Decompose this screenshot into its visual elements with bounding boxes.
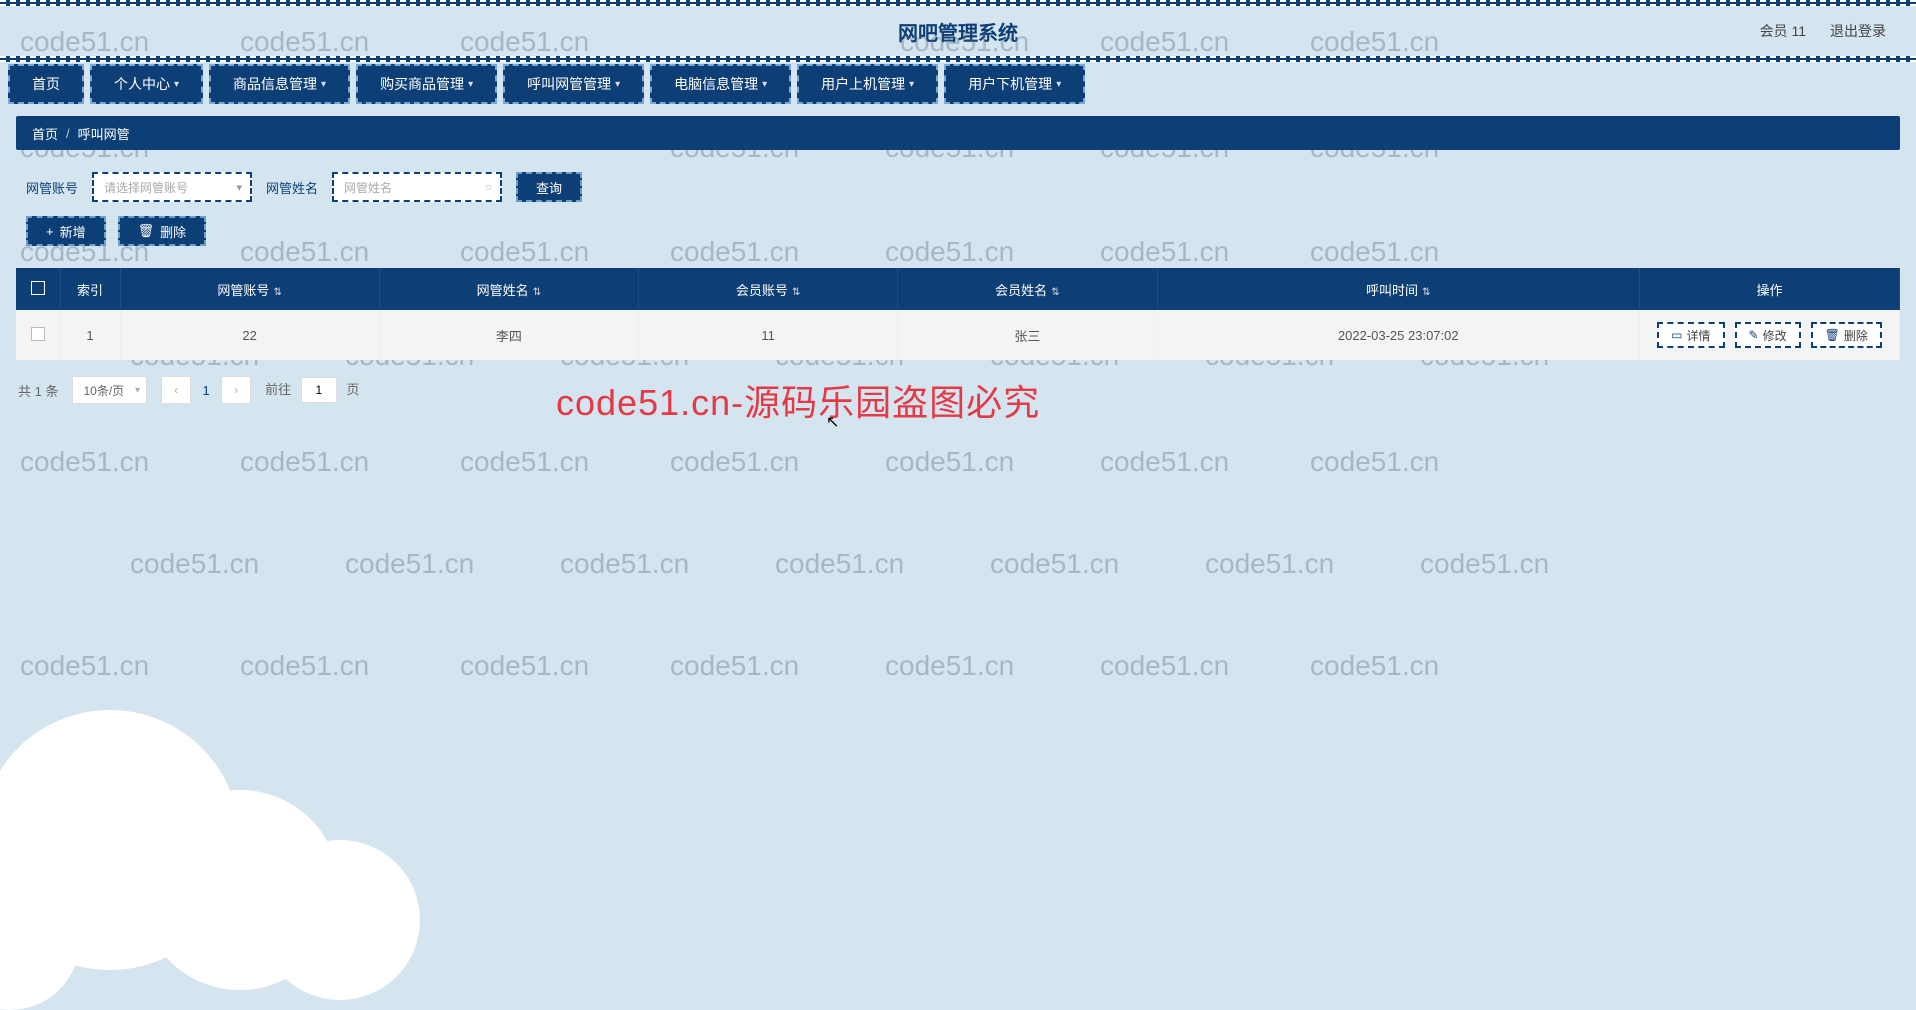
logout-link[interactable]: 退出登录 xyxy=(1830,21,1886,41)
page-size-select[interactable]: 10条/页 xyxy=(72,376,147,404)
cell-admin-name: 李四 xyxy=(379,310,638,360)
detail-button[interactable]: ▭详情 xyxy=(1657,322,1724,348)
nav-product-info[interactable]: 商品信息管理▾ xyxy=(209,64,350,104)
cell-member-account: 11 xyxy=(639,310,898,360)
sort-icon: ⇅ xyxy=(273,287,281,298)
plus-icon: + xyxy=(46,224,54,239)
cloud-decoration xyxy=(0,650,460,1010)
header-member-label[interactable]: 会员 11 xyxy=(1760,21,1806,41)
chevron-down-icon: ▾ xyxy=(468,79,473,90)
nav-home[interactable]: 首页 xyxy=(8,64,84,104)
row-delete-button[interactable]: 🗑删除 xyxy=(1811,322,1882,348)
delete-button[interactable]: 🗑删除 xyxy=(118,216,207,246)
cell-index: 1 xyxy=(60,310,120,360)
main-content: 首页 / 呼叫网管 网管账号 请选择网管账号 网管姓名 网管姓名 查询 +新增 … xyxy=(0,106,1916,414)
nav-user-login[interactable]: 用户上机管理▾ xyxy=(797,64,938,104)
sort-icon: ⇅ xyxy=(1422,287,1430,298)
chevron-down-icon: ▾ xyxy=(615,79,620,90)
next-page-button[interactable]: › xyxy=(221,376,251,404)
nav-call-admin[interactable]: 呼叫网管管理▾ xyxy=(503,64,644,104)
chevron-down-icon: ▾ xyxy=(321,79,326,90)
chevron-down-icon: ▾ xyxy=(909,79,914,90)
cell-member-name: 张三 xyxy=(898,310,1157,360)
nav-profile[interactable]: 个人中心▾ xyxy=(90,64,203,104)
main-nav: 首页 个人中心▾ 商品信息管理▾ 购买商品管理▾ 呼叫网管管理▾ 电脑信息管理▾… xyxy=(0,62,1916,106)
row-checkbox[interactable] xyxy=(31,327,45,341)
total-text: 共 1 条 xyxy=(18,381,58,400)
breadcrumb-home[interactable]: 首页 xyxy=(32,124,58,143)
filter-account-label: 网管账号 xyxy=(26,178,78,197)
page-jump-input[interactable] xyxy=(301,377,337,403)
breadcrumb: 首页 / 呼叫网管 xyxy=(16,116,1900,150)
data-table: 索引 网管账号⇅ 网管姓名⇅ 会员账号⇅ 会员姓名⇅ 呼叫时间⇅ 操作 1 22… xyxy=(16,268,1900,360)
edit-icon: ✎ xyxy=(1749,328,1759,342)
detail-icon: ▭ xyxy=(1671,328,1682,342)
cursor-icon: ↖ xyxy=(826,412,839,432)
page-number[interactable]: 1 xyxy=(191,376,221,404)
cell-call-time: 2022-03-25 23:07:02 xyxy=(1157,310,1640,360)
chevron-down-icon: ▾ xyxy=(762,79,767,90)
table-row: 1 22 李四 11 张三 2022-03-25 23:07:02 ▭详情 ✎修… xyxy=(16,310,1900,360)
app-title: 网吧管理系统 xyxy=(0,17,1916,46)
pagination: 共 1 条 10条/页 ‹ 1 › 前往 页 xyxy=(18,376,1900,404)
edit-button[interactable]: ✎修改 xyxy=(1735,322,1801,348)
col-account[interactable]: 网管账号⇅ xyxy=(120,268,379,310)
chevron-down-icon: ▾ xyxy=(174,79,179,90)
sort-icon: ⇅ xyxy=(533,287,541,298)
breadcrumb-separator: / xyxy=(66,126,70,141)
breadcrumb-current: 呼叫网管 xyxy=(78,124,130,143)
filter-bar: 网管账号 请选择网管账号 网管姓名 网管姓名 查询 xyxy=(26,172,1900,202)
filter-name-input[interactable]: 网管姓名 xyxy=(332,172,502,202)
search-button[interactable]: 查询 xyxy=(516,172,582,202)
col-index[interactable]: 索引 xyxy=(60,268,120,310)
col-admin-name[interactable]: 网管姓名⇅ xyxy=(379,268,638,310)
prev-page-button[interactable]: ‹ xyxy=(161,376,191,404)
nav-user-logout[interactable]: 用户下机管理▾ xyxy=(944,64,1085,104)
col-member-name[interactable]: 会员姓名⇅ xyxy=(898,268,1157,310)
action-bar: +新增 🗑删除 xyxy=(26,216,1900,246)
col-call-time[interactable]: 呼叫时间⇅ xyxy=(1157,268,1640,310)
sort-icon: ⇅ xyxy=(792,287,800,298)
checkbox-all[interactable] xyxy=(31,281,45,295)
chevron-down-icon: ▾ xyxy=(1056,79,1061,90)
col-operate: 操作 xyxy=(1640,268,1900,310)
trash-icon: 🗑 xyxy=(1825,328,1840,342)
page-jump: 前往 页 xyxy=(265,377,359,403)
col-checkbox xyxy=(16,268,60,310)
nav-computer-info[interactable]: 电脑信息管理▾ xyxy=(650,64,791,104)
filter-name-label: 网管姓名 xyxy=(266,178,318,197)
trash-icon: 🗑 xyxy=(138,223,155,239)
nav-purchase[interactable]: 购买商品管理▾ xyxy=(356,64,497,104)
cell-account: 22 xyxy=(120,310,379,360)
col-member-account[interactable]: 会员账号⇅ xyxy=(639,268,898,310)
add-button[interactable]: +新增 xyxy=(26,216,106,246)
sort-icon: ⇅ xyxy=(1051,287,1059,298)
header: 网吧管理系统 会员 11 退出登录 xyxy=(0,6,1916,56)
filter-account-select[interactable]: 请选择网管账号 xyxy=(92,172,252,202)
